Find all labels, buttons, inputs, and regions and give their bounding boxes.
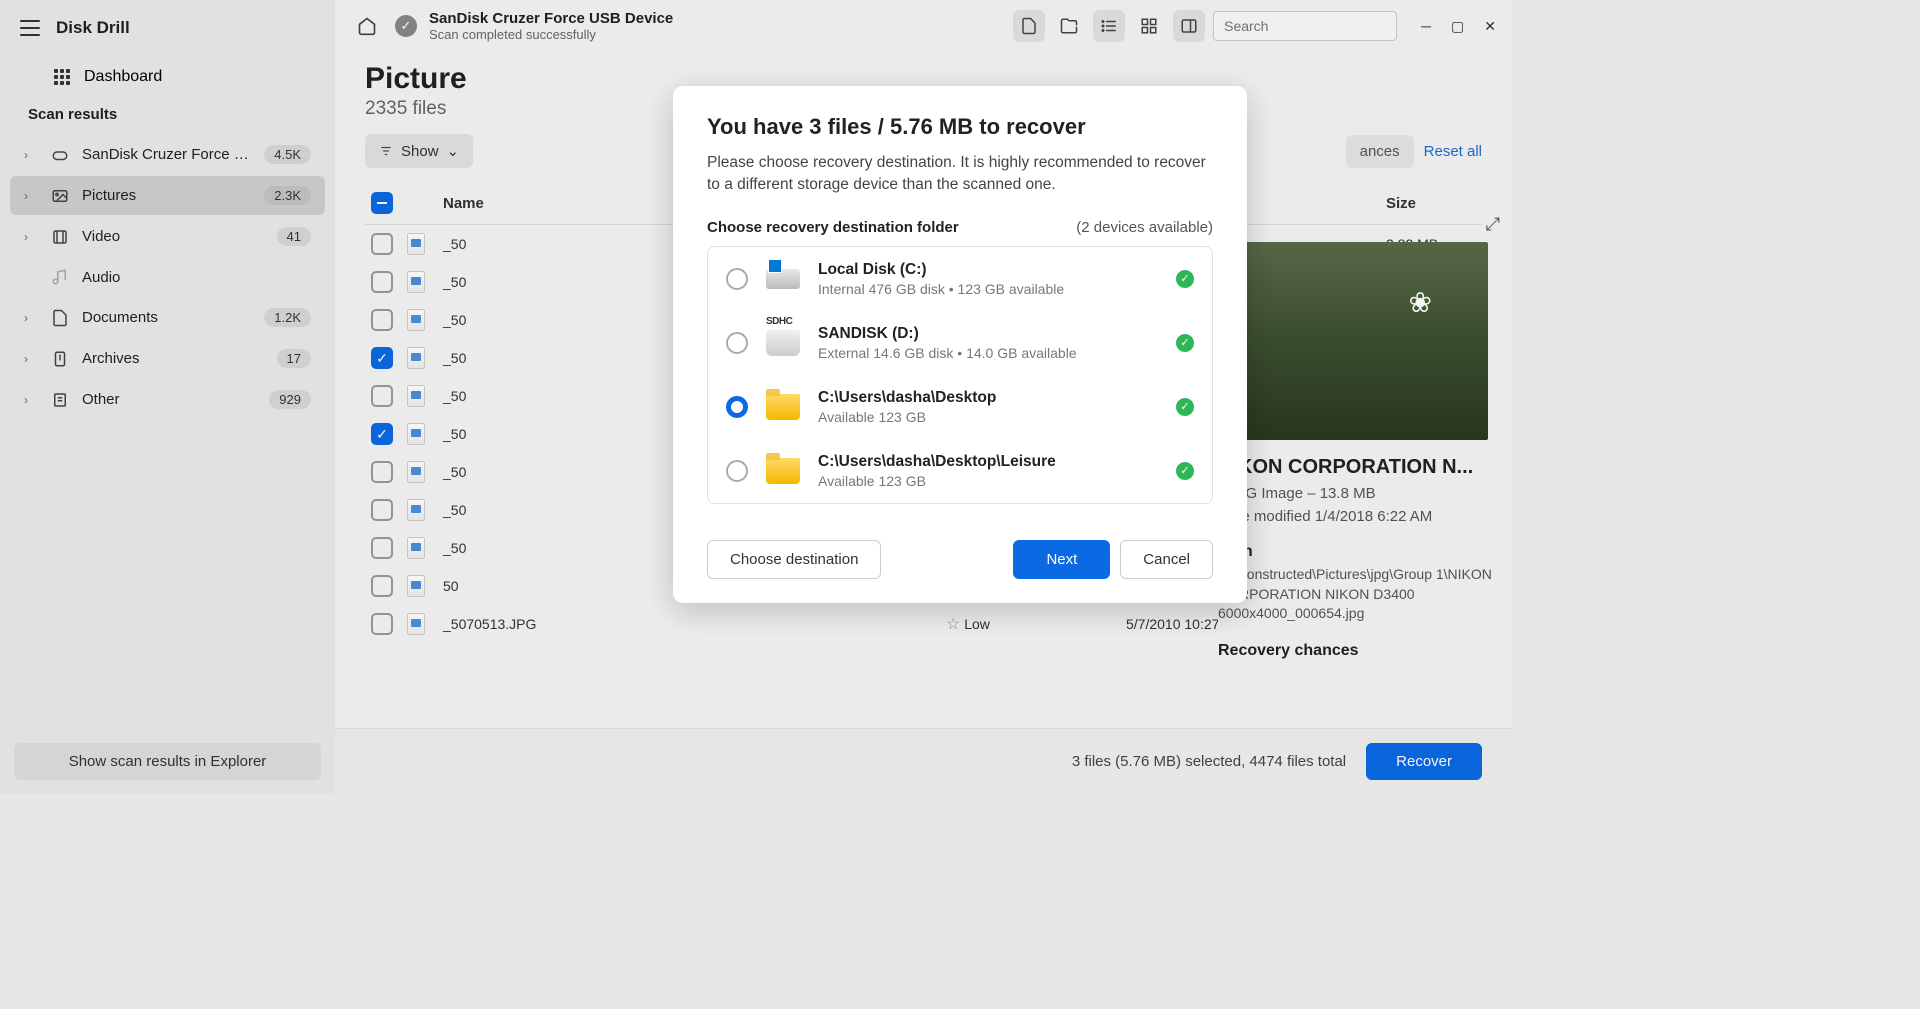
destination-item[interactable]: C:\Users\dasha\Desktop\Leisure Available … [708, 439, 1212, 503]
destination-radio[interactable] [726, 460, 748, 482]
folder-icon [766, 394, 800, 420]
next-button[interactable]: Next [1013, 540, 1110, 579]
destination-item[interactable]: Local Disk (C:) Internal 476 GB disk • 12… [708, 247, 1212, 311]
modal-description: Please choose recovery destination. It i… [707, 152, 1213, 197]
modal-overlay: You have 3 files / 5.76 MB to recover Pl… [0, 0, 1920, 1009]
sd-card-icon [766, 330, 800, 356]
modal-devices-available: (2 devices available) [1076, 219, 1213, 236]
check-icon: ✓ [1176, 334, 1194, 352]
destination-item[interactable]: SANDISK (D:) External 14.6 GB disk • 14.0… [708, 311, 1212, 375]
destination-name: C:\Users\dasha\Desktop [818, 389, 1160, 407]
choose-destination-button[interactable]: Choose destination [707, 540, 881, 579]
destination-detail: External 14.6 GB disk • 14.0 GB availabl… [818, 345, 1160, 361]
cancel-button[interactable]: Cancel [1120, 540, 1213, 579]
destination-detail: Available 123 GB [818, 473, 1160, 489]
destination-list: Local Disk (C:) Internal 476 GB disk • 12… [707, 246, 1213, 504]
destination-radio[interactable] [726, 396, 748, 418]
destination-name: Local Disk (C:) [818, 261, 1160, 279]
destination-radio[interactable] [726, 268, 748, 290]
folder-icon [766, 458, 800, 484]
check-icon: ✓ [1176, 462, 1194, 480]
modal-subheader-left: Choose recovery destination folder [707, 219, 959, 236]
check-icon: ✓ [1176, 398, 1194, 416]
destination-item[interactable]: C:\Users\dasha\Desktop Available 123 GB ✓ [708, 375, 1212, 439]
destination-detail: Internal 476 GB disk • 123 GB available [818, 281, 1160, 297]
modal-title: You have 3 files / 5.76 MB to recover [707, 114, 1213, 140]
destination-name: C:\Users\dasha\Desktop\Leisure [818, 453, 1160, 471]
destination-radio[interactable] [726, 332, 748, 354]
destination-detail: Available 123 GB [818, 409, 1160, 425]
recovery-modal: You have 3 files / 5.76 MB to recover Pl… [673, 86, 1247, 603]
check-icon: ✓ [1176, 270, 1194, 288]
disk-icon [766, 269, 800, 289]
destination-name: SANDISK (D:) [818, 325, 1160, 343]
